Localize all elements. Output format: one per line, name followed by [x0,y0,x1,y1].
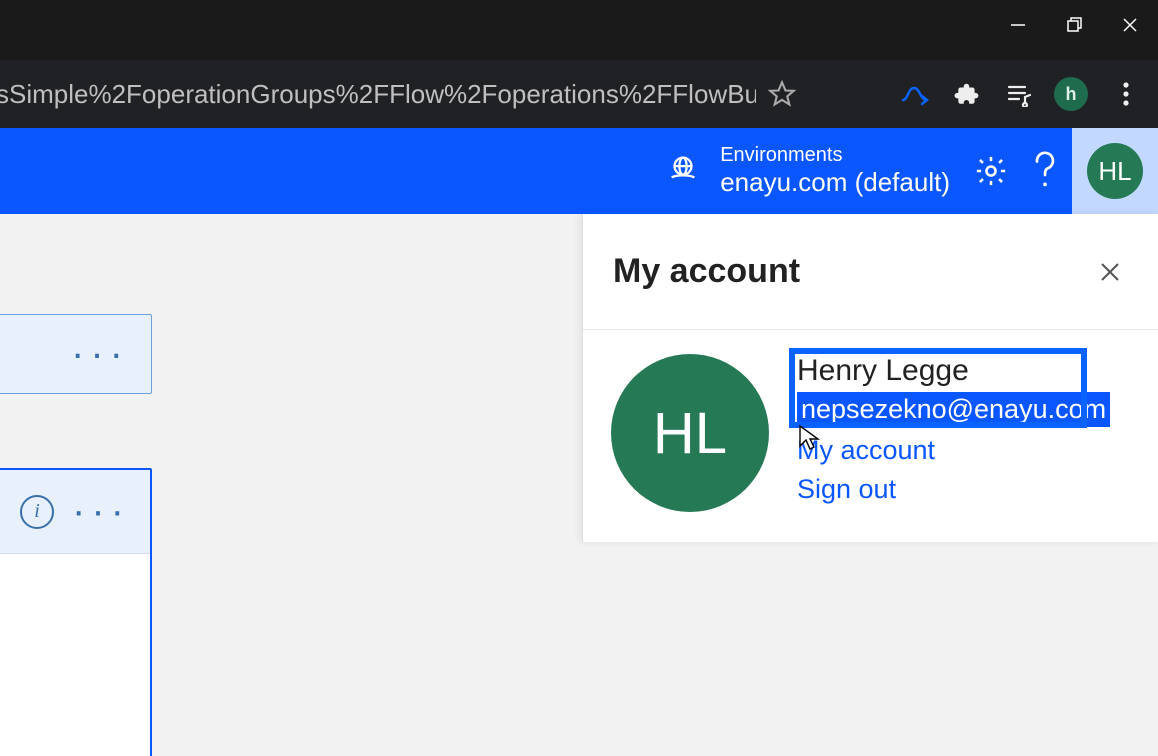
settings-gear-icon[interactable] [964,144,1018,198]
my-account-link[interactable]: My account [797,435,1110,466]
window-minimize-button[interactable] [990,0,1046,50]
card-body-text: onnect your [0,554,150,610]
browser-profile-avatar[interactable]: h [1054,77,1088,111]
panel-header: My account [583,214,1158,330]
avatar-initials-small: HL [1087,143,1143,199]
flow-action-card[interactable]: i ··· onnect your [0,468,152,756]
window-close-button[interactable] [1102,0,1158,50]
flow-step-card[interactable]: ··· [0,314,152,394]
extensions-puzzle-icon[interactable] [950,77,984,111]
app-header: Environments enayu.com (default) HL [0,128,1158,214]
window-titlebar [0,0,1158,60]
panel-title: My account [613,252,800,291]
help-icon[interactable] [1018,144,1072,198]
browser-menu-icon[interactable] [1106,74,1146,114]
card-header: i ··· [0,470,150,554]
panel-body: HL Henry Legge nepsezekno@enayu.com My a… [583,330,1158,542]
account-avatar-button[interactable]: HL [1072,128,1158,214]
media-control-icon[interactable] [1002,77,1036,111]
card-more-icon[interactable]: ··· [72,489,130,534]
window-maximize-button[interactable] [1046,0,1102,50]
user-name: Henry Legge [797,354,1110,388]
sign-out-link[interactable]: Sign out [797,474,1110,505]
globe-icon [666,152,700,191]
address-bar[interactable]: sSimple%2FoperationGroups%2FFlow%2Fopera… [0,72,756,116]
app-canvas: ··· i ··· onnect your My account HL Henr… [0,214,1158,756]
bookmark-star-icon[interactable] [756,72,808,116]
close-icon[interactable] [1090,252,1130,292]
extensions-row: h [898,74,1146,114]
environment-value: enayu.com (default) [720,167,950,198]
account-details: Henry Legge nepsezekno@enayu.com My acco… [797,354,1110,512]
user-email: nepsezekno@enayu.com [797,392,1110,427]
browser-toolbar: sSimple%2FoperationGroups%2FFlow%2Fopera… [0,60,1158,128]
flow-extension-icon[interactable] [898,77,932,111]
card-more-icon[interactable]: ··· [71,332,129,377]
environment-text: Environments enayu.com (default) [720,143,950,198]
info-icon[interactable]: i [20,495,54,529]
my-account-panel: My account HL Henry Legge nepsezekno@ena… [582,214,1158,542]
environments-label: Environments [720,143,950,167]
environment-selector[interactable]: Environments enayu.com (default) [666,143,950,198]
avatar-initials-large: HL [611,354,769,512]
